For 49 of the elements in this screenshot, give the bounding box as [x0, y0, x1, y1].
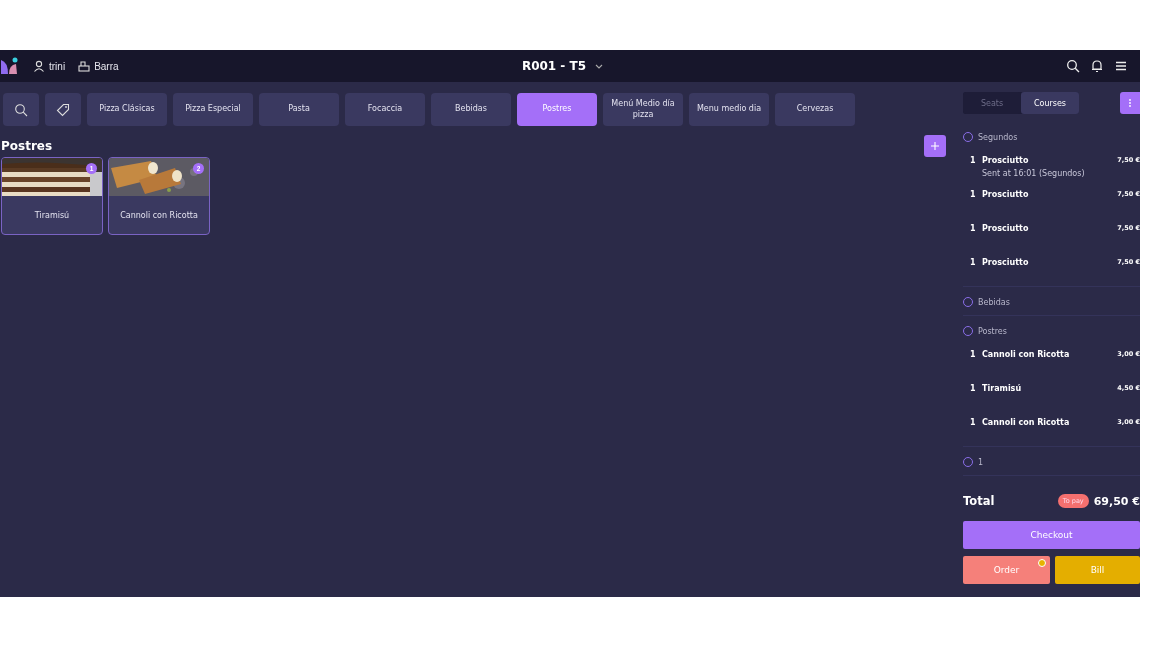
category-tab[interactable]: Pasta [259, 93, 339, 126]
item-quantity: 1 [969, 156, 977, 165]
category-tab[interactable]: Focaccia [345, 93, 425, 126]
item-quantity: 1 [969, 190, 977, 199]
total-amount: 69,50 € [1093, 494, 1140, 508]
more-button[interactable] [1120, 92, 1140, 114]
add-button[interactable] [924, 135, 946, 157]
tag-icon [56, 102, 70, 117]
location-name: Barra [94, 60, 119, 72]
item-name: Prosciutto [982, 258, 1030, 267]
total-label: Total [963, 494, 995, 508]
tag-button[interactable] [45, 93, 81, 126]
item-name: Tiramisú [982, 384, 1023, 393]
item-name: Cannoli con Ricotta [982, 418, 1071, 427]
item-quantity: 1 [969, 350, 977, 359]
search-icon [14, 102, 28, 117]
course-name: 1 [978, 457, 984, 467]
category-tab[interactable]: Pizza Especial [173, 93, 253, 126]
category-tab[interactable]: Cervezas [775, 93, 855, 126]
user-icon [32, 59, 46, 73]
item-note: Sent at 16:01 (Segundos) [982, 169, 1086, 178]
menu-icon[interactable] [1114, 59, 1128, 73]
item-name: Cannoli con Ricotta [982, 350, 1071, 359]
category-tab[interactable]: Menu medio dia [689, 93, 769, 126]
section-title: Postres [1, 139, 53, 153]
bell-icon[interactable] [1090, 59, 1104, 73]
category-tab[interactable]: Pizza Clásicas [87, 93, 167, 126]
register-icon [77, 59, 92, 73]
user-name: trini [49, 60, 66, 72]
search-icon[interactable] [1066, 59, 1080, 73]
product-name: Cannoli con Ricotta [119, 209, 199, 222]
logo-icon [0, 56, 20, 76]
item-name: Prosciutto [982, 224, 1030, 233]
product-name: Tiramisú [33, 209, 71, 222]
course-name: Postres [978, 326, 1007, 336]
item-name: Prosciutto [982, 190, 1030, 199]
course-name: Bebidas [978, 297, 1010, 307]
plus-icon [928, 139, 942, 153]
course-name: Segundos [978, 132, 1018, 142]
item-quantity: 1 [969, 224, 977, 233]
search-button[interactable] [3, 93, 39, 126]
item-quantity: 1 [969, 258, 977, 267]
category-tab[interactable]: Bebidas [431, 93, 511, 126]
table-selector[interactable]: R001 - T5 [521, 59, 607, 73]
category-tab[interactable]: Menú Medio día pizza [603, 93, 683, 126]
item-quantity: 1 [969, 384, 977, 393]
item-name: Prosciutto [982, 156, 1030, 165]
item-quantity: 1 [969, 418, 977, 427]
view-tab[interactable]: Courses [1021, 92, 1079, 114]
